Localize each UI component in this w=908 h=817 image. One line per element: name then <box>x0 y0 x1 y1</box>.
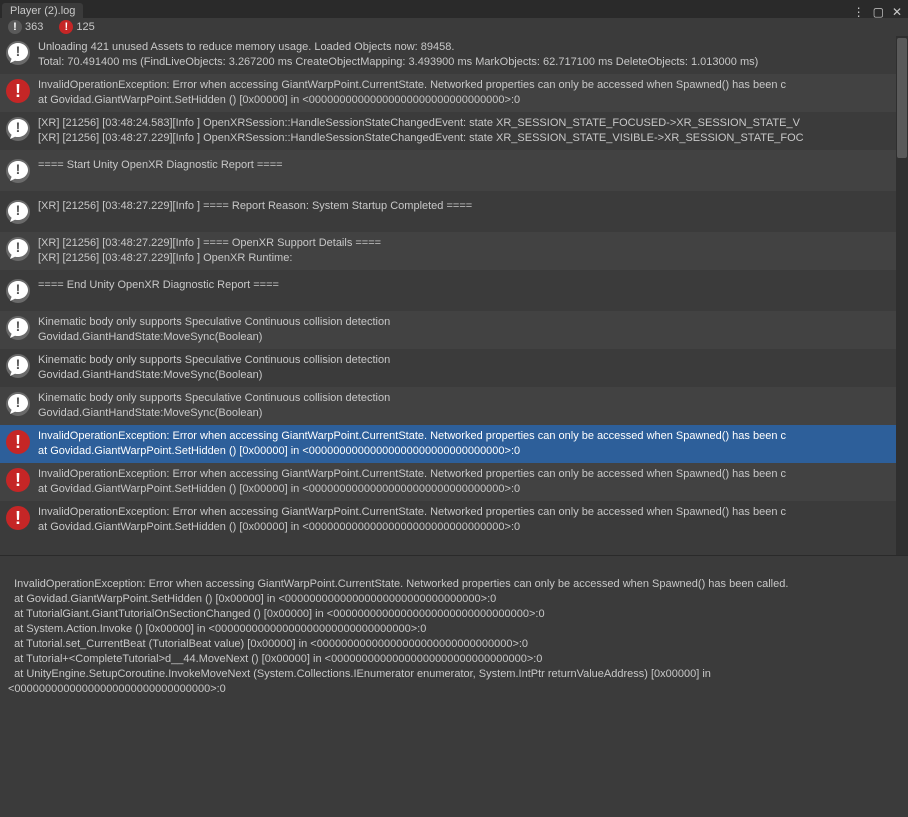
log-row[interactable]: ! InvalidOperationException: Error when a… <box>0 425 908 463</box>
log-line-1: InvalidOperationException: Error when ac… <box>38 467 786 482</box>
log-line-1: Kinematic body only supports Speculative… <box>38 391 390 406</box>
scrollbar[interactable] <box>896 36 908 555</box>
error-icon: ! <box>6 79 30 103</box>
log-text: ==== Start Unity OpenXR Diagnostic Repor… <box>38 158 283 173</box>
log-text: InvalidOperationException: Error when ac… <box>38 429 786 459</box>
info-count-label: 363 <box>25 21 43 33</box>
log-text: [XR] [21256] [03:48:24.583][Info ] OpenX… <box>38 116 804 146</box>
log-row[interactable]: ! ==== End Unity OpenXR Diagnostic Report… <box>0 270 908 311</box>
detail-text: InvalidOperationException: Error when ac… <box>8 578 788 695</box>
error-icon: ! <box>6 506 30 530</box>
log-line-1: InvalidOperationException: Error when ac… <box>38 429 786 444</box>
error-icon: ! <box>6 430 30 454</box>
info-count-icon: ! <box>8 20 22 34</box>
log-row[interactable]: ! [XR] [21256] [03:48:24.583][Info ] Open… <box>0 112 908 150</box>
log-line-1: [XR] [21256] [03:48:27.229][Info ] ==== … <box>38 236 381 251</box>
maximize-icon[interactable]: ▢ <box>873 6 884 18</box>
log-row[interactable]: ! [XR] [21256] [03:48:27.229][Info ] ====… <box>0 191 908 232</box>
log-text: Kinematic body only supports Speculative… <box>38 315 390 345</box>
log-line-2: at Govidad.GiantWarpPoint.SetHidden () [… <box>38 444 786 459</box>
info-icon: ! <box>6 354 30 378</box>
log-row[interactable]: ! ==== Start Unity OpenXR Diagnostic Repo… <box>0 150 908 191</box>
log-line-2: Govidad.GiantHandState:MoveSync(Boolean) <box>38 368 390 383</box>
log-text: Kinematic body only supports Speculative… <box>38 353 390 383</box>
log-line-2: Total: 70.491400 ms (FindLiveObjects: 3.… <box>38 55 758 70</box>
svg-text:!: ! <box>16 281 21 297</box>
info-icon: ! <box>6 41 30 65</box>
log-row[interactable]: ! Kinematic body only supports Speculativ… <box>0 349 908 387</box>
log-line-2: at Govidad.GiantWarpPoint.SetHidden () [… <box>38 482 786 497</box>
log-line-2: Govidad.GiantHandState:MoveSync(Boolean) <box>38 406 390 421</box>
error-icon: ! <box>6 468 30 492</box>
svg-text:!: ! <box>16 202 21 218</box>
log-row[interactable]: ! InvalidOperationException: Error when a… <box>0 463 908 501</box>
log-row[interactable]: ! Unloading 421 unused Assets to reduce m… <box>0 36 908 74</box>
log-line-2: [XR] [21256] [03:48:27.229][Info ] OpenX… <box>38 251 381 266</box>
svg-text:!: ! <box>16 119 21 135</box>
log-text: [XR] [21256] [03:48:27.229][Info ] ==== … <box>38 236 381 266</box>
info-icon: ! <box>6 200 30 224</box>
log-line-1: InvalidOperationException: Error when ac… <box>38 78 786 93</box>
window-tabbar: Player (2).log ⋮ ▢ ✕ <box>0 0 908 18</box>
info-icon: ! <box>6 392 30 416</box>
log-text: Unloading 421 unused Assets to reduce me… <box>38 40 758 70</box>
info-count-button[interactable]: ! 363 <box>0 18 51 36</box>
window-menu-icon[interactable]: ⋮ <box>853 6 865 18</box>
log-count-bar: ! 363 ! 125 <box>0 18 908 36</box>
log-line-2: at Govidad.GiantWarpPoint.SetHidden () [… <box>38 520 786 535</box>
tab-player-log[interactable]: Player (2).log <box>2 3 83 18</box>
svg-text:!: ! <box>16 394 21 410</box>
log-line-2: Govidad.GiantHandState:MoveSync(Boolean) <box>38 330 390 345</box>
info-icon: ! <box>6 279 30 303</box>
log-line-1: Kinematic body only supports Speculative… <box>38 353 390 368</box>
log-list: ! Unloading 421 unused Assets to reduce m… <box>0 36 908 555</box>
svg-text:!: ! <box>16 43 21 59</box>
log-text: ==== End Unity OpenXR Diagnostic Report … <box>38 278 279 293</box>
svg-text:!: ! <box>16 318 21 334</box>
svg-text:!: ! <box>16 356 21 372</box>
log-row[interactable]: ! Kinematic body only supports Speculativ… <box>0 387 908 425</box>
close-icon[interactable]: ✕ <box>892 6 902 18</box>
info-icon: ! <box>6 159 30 183</box>
log-line-1: ==== End Unity OpenXR Diagnostic Report … <box>38 278 279 293</box>
log-text: [XR] [21256] [03:48:27.229][Info ] ==== … <box>38 199 472 214</box>
log-line-1: [XR] [21256] [03:48:24.583][Info ] OpenX… <box>38 116 804 131</box>
log-line-1: Kinematic body only supports Speculative… <box>38 315 390 330</box>
detail-pane: InvalidOperationException: Error when ac… <box>0 555 908 817</box>
log-text: InvalidOperationException: Error when ac… <box>38 78 786 108</box>
log-line-2: [XR] [21256] [03:48:27.229][Info ] OpenX… <box>38 131 804 146</box>
log-line-1: Unloading 421 unused Assets to reduce me… <box>38 40 758 55</box>
error-count-button[interactable]: ! 125 <box>51 18 102 36</box>
log-text: InvalidOperationException: Error when ac… <box>38 467 786 497</box>
log-row[interactable]: ! InvalidOperationException: Error when a… <box>0 74 908 112</box>
error-count-label: 125 <box>76 21 94 33</box>
log-text: Kinematic body only supports Speculative… <box>38 391 390 421</box>
error-count-icon: ! <box>59 20 73 34</box>
log-line-1: [XR] [21256] [03:48:27.229][Info ] ==== … <box>38 199 472 214</box>
log-line-1: ==== Start Unity OpenXR Diagnostic Repor… <box>38 158 283 173</box>
tab-label: Player (2).log <box>10 5 75 17</box>
window-controls: ⋮ ▢ ✕ <box>853 6 908 18</box>
svg-text:!: ! <box>16 161 21 177</box>
info-icon: ! <box>6 117 30 141</box>
info-icon: ! <box>6 316 30 340</box>
log-text: InvalidOperationException: Error when ac… <box>38 505 786 535</box>
log-line-2: at Govidad.GiantWarpPoint.SetHidden () [… <box>38 93 786 108</box>
info-icon: ! <box>6 237 30 261</box>
log-row[interactable]: ! [XR] [21256] [03:48:27.229][Info ] ====… <box>0 232 908 270</box>
log-row[interactable]: ! InvalidOperationException: Error when a… <box>0 501 908 539</box>
log-line-1: InvalidOperationException: Error when ac… <box>38 505 786 520</box>
svg-text:!: ! <box>16 239 21 255</box>
log-row[interactable]: ! Kinematic body only supports Speculativ… <box>0 311 908 349</box>
scroll-thumb[interactable] <box>897 38 907 158</box>
